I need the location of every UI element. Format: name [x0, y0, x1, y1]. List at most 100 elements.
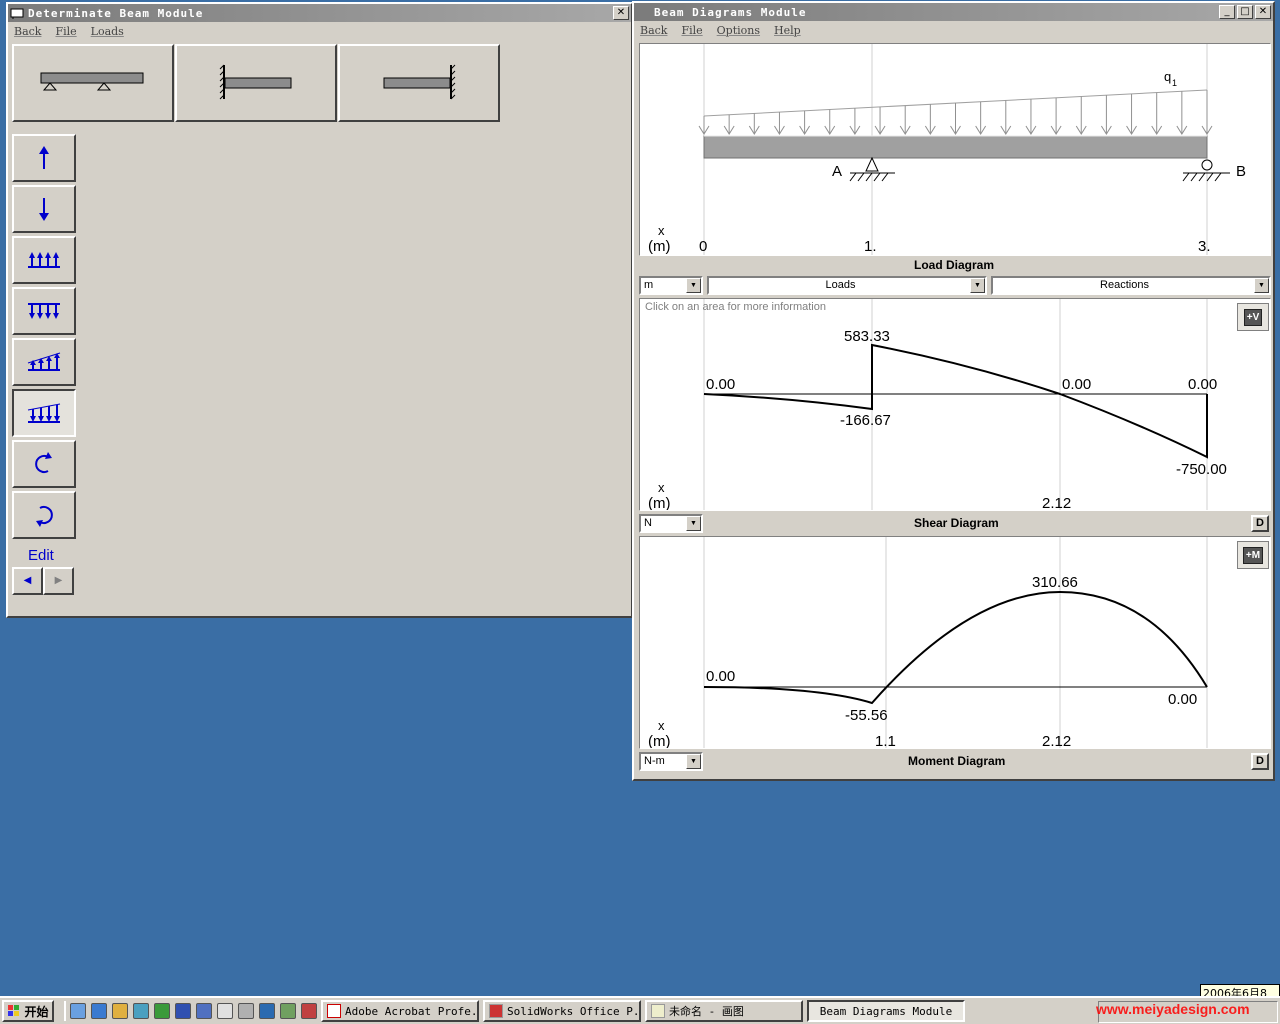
task-paint[interactable]: 未命名 - 画图 — [645, 1000, 803, 1022]
tick-0: 0 — [699, 238, 707, 255]
support-b-label: B — [1236, 163, 1246, 180]
edit-prev-button[interactable]: ◀ — [12, 567, 43, 595]
quicklaunch-icon[interactable] — [91, 1003, 107, 1019]
task-acrobat[interactable]: Adobe Acrobat Profe... — [321, 1000, 479, 1022]
moment-curve — [703, 590, 1208, 705]
reactions-select[interactable]: Reactions ▼ — [991, 275, 1271, 295]
menu-help[interactable]: Help — [774, 24, 801, 37]
start-button[interactable]: 开始 — [2, 1000, 54, 1022]
shear-curve — [703, 343, 1208, 459]
point-load-down-button[interactable] — [12, 185, 76, 233]
moment-sign-button[interactable]: +M — [1237, 541, 1269, 569]
axis-x-label: x — [658, 718, 665, 733]
edit-next-button[interactable]: ▶ — [43, 567, 74, 595]
quicklaunch-icon[interactable] — [70, 1003, 86, 1019]
chevron-down-icon: ▼ — [1254, 277, 1269, 293]
quicklaunch-icon[interactable] — [217, 1003, 233, 1019]
close-button[interactable]: ✕ — [613, 6, 629, 20]
watermark: www.meiyadesign.com — [1096, 1001, 1250, 1017]
menu-back[interactable]: Back — [640, 24, 667, 37]
tick-3: 3. — [1198, 238, 1211, 255]
quicklaunch-icon[interactable] — [280, 1003, 296, 1019]
simply-supported-beam-icon — [40, 72, 144, 91]
task-solidworks[interactable]: SolidWorks Office P... — [483, 1000, 641, 1022]
task-beam-diagrams[interactable]: Beam Diagrams Module — [807, 1000, 965, 1022]
menu-file[interactable]: File — [681, 24, 702, 37]
shear-sign-label: +V — [1243, 308, 1263, 326]
taskbar: 开始 Adobe Acrobat Profe... SolidWorks Off… — [0, 996, 1280, 1024]
title-bar[interactable]: Determinate Beam Module ✕ — [8, 4, 631, 22]
moment-cw-button[interactable] — [12, 491, 76, 539]
beam-type-selector — [12, 44, 501, 122]
menu-back[interactable]: Back — [14, 25, 41, 38]
shear-hint: Click on an area for more information — [645, 301, 826, 313]
force-unit-select[interactable]: N ▼ — [639, 513, 703, 533]
quicklaunch-icon[interactable] — [196, 1003, 212, 1019]
quicklaunch-icon[interactable] — [112, 1003, 128, 1019]
quicklaunch-icon[interactable] — [175, 1003, 191, 1019]
quicklaunch-icon[interactable] — [154, 1003, 170, 1019]
shear-label-jump-bottom: -166.67 — [840, 412, 891, 429]
quicklaunch-icon[interactable] — [238, 1003, 254, 1019]
paint-icon — [651, 1004, 665, 1018]
moment-ccw-icon — [35, 452, 52, 473]
loads-select[interactable]: Loads ▼ — [707, 275, 987, 295]
triangular-load-down-button[interactable] — [12, 389, 76, 437]
chevron-down-icon: ▼ — [970, 277, 985, 293]
moment-unit-select[interactable]: N-m ▼ — [639, 751, 703, 771]
load-label: q — [1164, 69, 1171, 84]
uniform-load-up-button[interactable] — [12, 236, 76, 284]
triangular-load-down-icon — [27, 403, 61, 423]
roller-support-b — [1201, 159, 1213, 171]
shear-details-button[interactable]: D — [1251, 515, 1269, 532]
moment-tick-2: 2.12 — [1042, 733, 1071, 748]
shear-diagram-canvas: 0.00 583.33 -166.67 0.00 0.00 -750.00 x … — [648, 299, 1227, 510]
shear-tick: 2.12 — [1042, 495, 1071, 510]
right-cantilever-icon — [383, 64, 456, 100]
shear-diagram-panel[interactable]: 0.00 583.33 -166.67 0.00 0.00 -750.00 x … — [639, 298, 1271, 511]
moment-label-left: 0.00 — [706, 668, 735, 685]
title-bar[interactable]: Beam Diagrams Module _ □ ✕ — [634, 3, 1273, 21]
solidworks-icon — [489, 1004, 503, 1018]
axis-unit-label: (m) — [648, 495, 671, 510]
menu-bar: Back File Loads — [8, 22, 631, 40]
quicklaunch-icon[interactable] — [259, 1003, 275, 1019]
diagram-controls: m ▼ Loads ▼ Reactions ▼ — [639, 275, 1271, 295]
menu-file[interactable]: File — [55, 25, 76, 38]
menu-options[interactable]: Options — [717, 24, 760, 37]
moment-details-button[interactable]: D — [1251, 753, 1269, 770]
load-tools — [12, 134, 76, 542]
triangle-right-icon: ▶ — [54, 575, 63, 586]
moment-ccw-button[interactable] — [12, 440, 76, 488]
simply-supported-beam-button[interactable] — [12, 44, 174, 122]
quicklaunch-icon[interactable] — [301, 1003, 317, 1019]
shear-label-peak: 583.33 — [844, 328, 890, 345]
determinate-beam-window: Determinate Beam Module ✕ Back File Load… — [6, 2, 633, 618]
length-unit-select[interactable]: m ▼ — [639, 275, 703, 295]
beam-diagrams-window: Beam Diagrams Module _ □ ✕ Back File Opt… — [632, 1, 1275, 781]
triangular-load-up-button[interactable] — [12, 338, 76, 386]
uniform-load-down-button[interactable] — [12, 287, 76, 335]
left-cantilever-button[interactable] — [175, 44, 337, 122]
triangle-left-icon: ◀ — [23, 575, 32, 586]
uniform-load-down-icon — [28, 303, 60, 319]
load-diagram-panel[interactable]: q 1 A B x (m) 0 1. 3. — [639, 43, 1271, 256]
menu-loads[interactable]: Loads — [91, 25, 124, 38]
quicklaunch-icon[interactable] — [133, 1003, 149, 1019]
moment-diagram-canvas: 0.00 310.66 -55.56 0.00 x (m) 1.1 2.12 — [648, 537, 1208, 748]
shear-sign-button[interactable]: +V — [1237, 303, 1269, 331]
moment-diagram-panel[interactable]: 0.00 310.66 -55.56 0.00 x (m) 1.1 2.12 +… — [639, 536, 1271, 749]
shear-label-zero-cross: 0.00 — [1062, 376, 1091, 393]
pin-support-a — [865, 156, 879, 172]
maximize-button[interactable]: □ — [1237, 5, 1253, 19]
point-load-up-button[interactable] — [12, 134, 76, 182]
window-title: Determinate Beam Module — [28, 6, 204, 20]
close-button[interactable]: ✕ — [1255, 5, 1271, 19]
shear-label-left: 0.00 — [706, 376, 735, 393]
moment-label-min: -55.56 — [845, 707, 888, 724]
minimize-button[interactable]: _ — [1219, 5, 1235, 19]
load-diagram-title: Load Diagram — [914, 258, 995, 272]
right-cantilever-button[interactable] — [338, 44, 500, 122]
chevron-down-icon: ▼ — [686, 515, 701, 531]
moment-label-right: 0.00 — [1168, 691, 1197, 708]
